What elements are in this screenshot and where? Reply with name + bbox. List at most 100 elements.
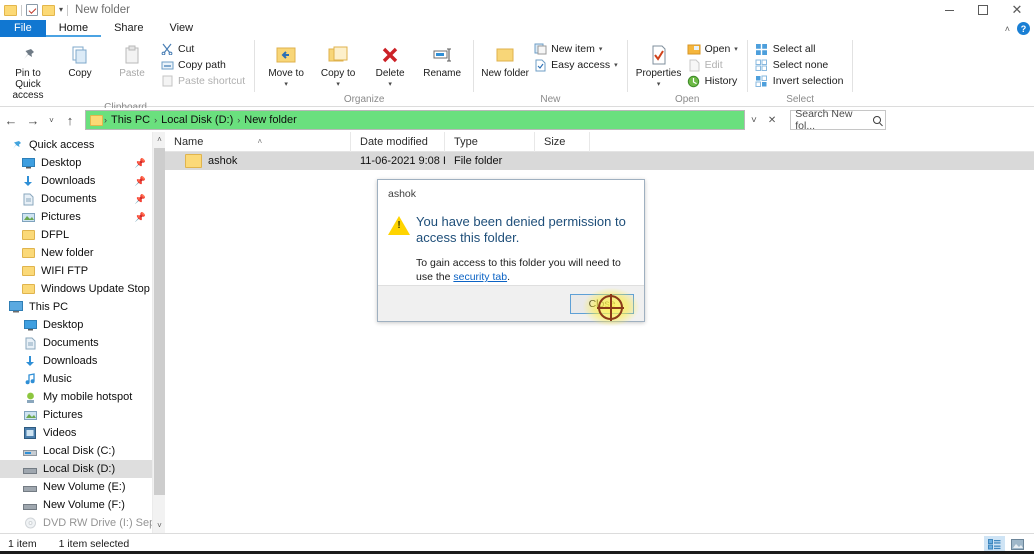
up-button[interactable]: ↑: [59, 109, 81, 131]
sidebar-item-pc-documents[interactable]: Documents: [0, 334, 152, 352]
recent-locations-button[interactable]: ˅: [44, 109, 59, 131]
select-all-button[interactable]: Select all: [753, 41, 848, 57]
sidebar-item-quick-access[interactable]: Quick access: [0, 136, 152, 154]
new-folder-button[interactable]: New folder: [479, 40, 531, 79]
new-item-button[interactable]: New item ▾: [531, 41, 621, 57]
tab-file[interactable]: File: [0, 20, 46, 37]
group-label-open: Open: [674, 94, 700, 105]
column-header-date-modified[interactable]: Date modified: [351, 131, 445, 152]
chevron-down-icon[interactable]: ▾: [734, 45, 738, 53]
paste-button[interactable]: Paste: [106, 40, 158, 79]
sidebar-item-videos[interactable]: Videos: [0, 424, 152, 442]
close-button[interactable]: ✕: [1000, 0, 1034, 20]
star-icon: [8, 137, 24, 153]
sidebar-item-new-volume-e[interactable]: New Volume (E:): [0, 478, 152, 496]
scrollbar-thumb[interactable]: [154, 148, 165, 495]
sidebar-item-new-folder[interactable]: New folder: [0, 244, 152, 262]
chevron-down-icon[interactable]: ▾: [599, 45, 603, 53]
tab-home[interactable]: Home: [45, 20, 102, 37]
sidebar-item-pictures[interactable]: Pictures 📌: [0, 208, 152, 226]
chevron-down-icon[interactable]: ▾: [59, 6, 63, 14]
chevron-down-icon[interactable]: ▾: [388, 79, 392, 90]
videos-icon: [22, 425, 38, 441]
tab-share[interactable]: Share: [101, 20, 156, 37]
file-type-cell: File folder: [454, 155, 503, 167]
tab-view[interactable]: View: [156, 20, 206, 37]
button-label: Easy access: [551, 59, 611, 71]
invert-selection-button[interactable]: Invert selection: [753, 73, 848, 89]
new-folder-icon[interactable]: [42, 4, 55, 16]
sidebar-item-local-disk-d[interactable]: Local Disk (D:): [0, 460, 152, 478]
edit-icon: [687, 58, 701, 72]
search-input[interactable]: Search New fol...: [790, 108, 887, 132]
security-tab-link[interactable]: security tab: [453, 271, 507, 283]
sidebar-item-downloads[interactable]: Downloads 📌: [0, 172, 152, 190]
stop-icon[interactable]: ✕: [768, 115, 776, 126]
file-name-cell[interactable]: ashok: [165, 154, 351, 168]
delete-button[interactable]: Delete ▾: [364, 40, 416, 90]
sidebar-item-music[interactable]: Music: [0, 370, 152, 388]
sidebar-item-label: DFPL: [41, 229, 70, 241]
close-button[interactable]: Close: [570, 293, 634, 314]
sidebar-item-dvd-rw-drive[interactable]: DVD RW Drive (I:) Sep 13 20: [0, 514, 152, 532]
table-row[interactable]: ashok 11-06-2021 9:08 PM File folder: [165, 152, 1034, 170]
sidebar-item-dfpl[interactable]: DFPL: [0, 226, 152, 244]
sidebar-item-wifi-ftp[interactable]: WIFI FTP: [0, 262, 152, 280]
edit-button[interactable]: Edit: [685, 57, 742, 73]
copy-path-button[interactable]: Copy path: [158, 57, 249, 73]
forward-button[interactable]: →: [22, 109, 44, 131]
dialog-message-part1: To gain access to this folder you will n…: [416, 257, 621, 283]
sidebar-item-pc-downloads[interactable]: Downloads: [0, 352, 152, 370]
breadcrumb-local-disk-d[interactable]: Local Disk (D:): [158, 114, 236, 126]
sidebar-item-pc-desktop[interactable]: Desktop: [0, 316, 152, 334]
chevron-down-icon[interactable]: ▾: [336, 79, 340, 90]
sidebar-item-this-pc[interactable]: This PC: [0, 298, 152, 316]
column-header-name[interactable]: Name ˄: [165, 131, 351, 152]
chevron-up-icon[interactable]: ˄: [1005, 24, 1010, 34]
sidebar-item-new-volume-f[interactable]: New Volume (F:): [0, 496, 152, 514]
sidebar-item-local-disk-c[interactable]: Local Disk (C:): [0, 442, 152, 460]
paste-shortcut-button[interactable]: Paste shortcut: [158, 73, 249, 89]
sidebar-item-my-mobile-hotspot[interactable]: My mobile hotspot: [0, 388, 152, 406]
rename-button[interactable]: Rename: [416, 40, 468, 79]
large-icons-view-button[interactable]: [1007, 536, 1028, 553]
open-button[interactable]: Open ▾: [685, 41, 742, 57]
help-icon[interactable]: ?: [1017, 22, 1030, 35]
maximize-button[interactable]: [966, 0, 1000, 20]
chevron-down-icon[interactable]: ▾: [657, 79, 661, 90]
minimize-button[interactable]: [932, 0, 966, 20]
chevron-down-icon[interactable]: ▾: [284, 79, 288, 90]
button-label: Properties: [635, 68, 682, 79]
back-button[interactable]: ←: [0, 109, 22, 131]
sidebar-item-documents[interactable]: Documents 📌: [0, 190, 152, 208]
properties-icon[interactable]: [26, 4, 38, 16]
pin-to-quick-access-button[interactable]: Pin to Quick access: [2, 40, 54, 101]
pin-icon: 📌: [134, 193, 146, 204]
breadcrumb-this-pc[interactable]: This PC: [108, 114, 153, 126]
group-label-new: New: [540, 94, 561, 105]
column-header-size[interactable]: Size: [535, 131, 590, 152]
navigation-pane-scrollbar[interactable]: ˄ ˅: [152, 132, 165, 533]
select-none-button[interactable]: Select none: [753, 57, 848, 73]
new-item-icon: [533, 42, 547, 56]
folder-icon[interactable]: [4, 4, 17, 16]
properties-button[interactable]: Properties ▾: [633, 40, 685, 90]
sidebar-item-pc-pictures[interactable]: Pictures: [0, 406, 152, 424]
history-button[interactable]: History: [685, 73, 742, 89]
sidebar-item-desktop[interactable]: Desktop 📌: [0, 154, 152, 172]
sidebar-item-windows-update-stop[interactable]: Windows Update Stop: [0, 280, 152, 298]
title-bar: ▾ New folder ✕: [0, 0, 1034, 20]
move-to-button[interactable]: Move to ▾: [260, 40, 312, 90]
copy-button[interactable]: Copy: [54, 40, 106, 79]
sidebar-item-label: WIFI FTP: [41, 265, 89, 277]
chevron-down-icon[interactable]: ▾: [614, 61, 618, 69]
ribbon-group-clipboard: Pin to Quick access Copy Paste Cut Copy …: [0, 37, 251, 113]
chevron-down-icon[interactable]: ˅: [751, 115, 757, 126]
cut-button[interactable]: Cut: [158, 41, 249, 57]
details-view-button[interactable]: [984, 535, 1005, 553]
address-bar[interactable]: › This PC › Local Disk (D:) › New folder: [85, 110, 745, 130]
column-header-type[interactable]: Type: [445, 131, 535, 152]
copy-to-button[interactable]: Copy to ▾: [312, 40, 364, 90]
easy-access-button[interactable]: Easy access ▾: [531, 57, 621, 73]
breadcrumb-new-folder[interactable]: New folder: [241, 114, 300, 126]
